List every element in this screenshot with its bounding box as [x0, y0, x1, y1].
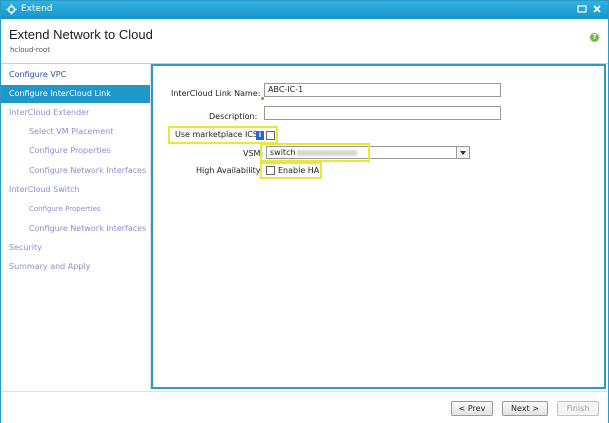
step-configure-vpc[interactable]: Configure VPC	[1, 66, 158, 84]
gear-icon	[6, 4, 17, 15]
enable-ha-checkbox[interactable]	[266, 166, 275, 175]
link-name-label: InterCloud Link Name:	[171, 89, 261, 98]
maximize-icon[interactable]	[576, 3, 588, 15]
chevron-down-icon[interactable]	[456, 147, 469, 158]
marketplace-label: Use marketplace ICS:	[175, 130, 261, 139]
extend-window: Extend Extend Network to Cloud hcloud-ro…	[0, 0, 609, 423]
finish-button[interactable]: Finish	[557, 401, 599, 416]
step-summary-and-apply[interactable]: Summary and Apply	[1, 258, 158, 276]
step-intercloud-extender[interactable]: InterCloud Extender	[1, 104, 158, 122]
step-configure-intercloud-link[interactable]: Configure InterCloud Link	[1, 85, 150, 103]
page-title: Extend Network to Cloud	[9, 27, 153, 42]
link-name-input[interactable]: ABC-IC-1	[264, 83, 501, 97]
page-subtitle: hcloud-root	[10, 46, 50, 54]
wizard-header: Extend Network to Cloud hcloud-root ?	[1, 19, 608, 64]
description-input[interactable]	[264, 106, 501, 120]
wizard-footer: < Prev Next > Finish	[1, 391, 608, 423]
step-security[interactable]: Security	[1, 239, 158, 257]
window-title: Extend	[21, 4, 53, 14]
title-bar: Extend	[1, 1, 608, 19]
close-icon[interactable]	[591, 3, 603, 15]
info-icon[interactable]: i	[256, 131, 264, 140]
step-intercloud-switch[interactable]: InterCloud Switch	[1, 181, 158, 199]
wizard-steps-sidebar: Configure VPC Configure InterCloud Link …	[1, 64, 151, 391]
ha-label: High Availability:	[196, 166, 263, 175]
required-marker	[261, 97, 264, 100]
description-label: Description:	[209, 112, 258, 121]
form-panel: InterCloud Link Name: ABC-IC-1 Descripti…	[151, 64, 606, 389]
vsm-highlight	[260, 143, 370, 162]
prev-button[interactable]: < Prev	[451, 401, 493, 416]
marketplace-checkbox[interactable]	[266, 131, 275, 140]
next-button[interactable]: Next >	[502, 401, 548, 416]
enable-ha-label: Enable HA	[278, 166, 320, 175]
help-icon[interactable]: ?	[590, 33, 599, 42]
